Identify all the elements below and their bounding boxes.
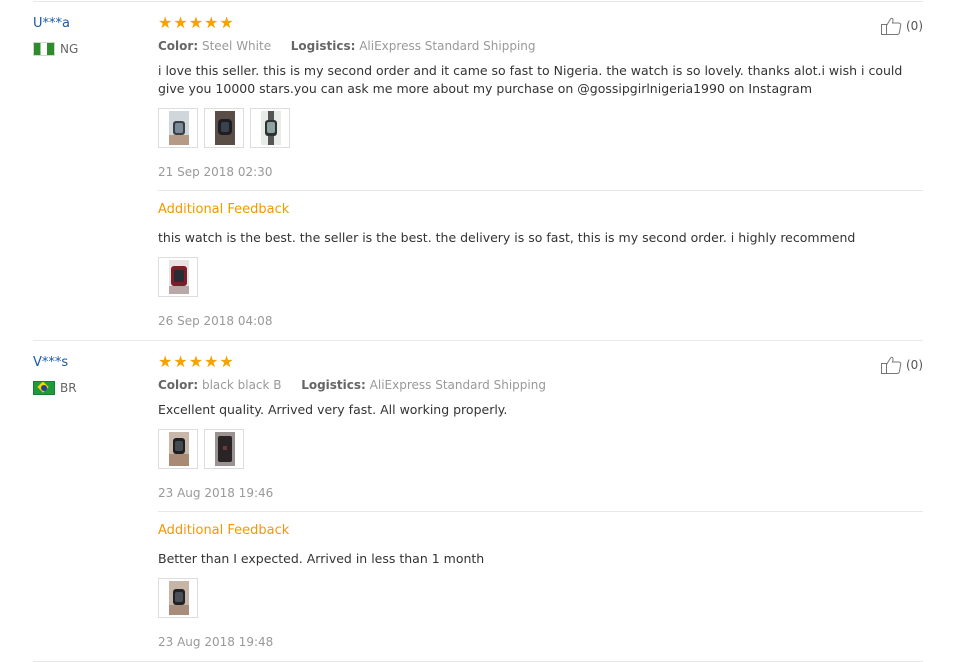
divider — [33, 1, 923, 2]
order-info: Color: black black B Logistics: AliExpre… — [158, 378, 546, 392]
star-icon: ★ — [173, 352, 188, 371]
reviewer-country: BR — [33, 381, 77, 395]
star-icon: ★ — [219, 352, 234, 371]
reviewer-country: NG — [33, 42, 78, 56]
thumbs-up-icon — [881, 356, 902, 374]
watch-photo — [169, 260, 189, 294]
photo-thumbnail[interactable] — [158, 257, 198, 297]
watch-photo — [169, 111, 189, 145]
helpful-button[interactable]: (0) — [880, 16, 923, 36]
watch-photo — [261, 111, 281, 145]
additional-feedback-label: Additional Feedback — [158, 202, 290, 217]
watch-photo — [215, 111, 235, 145]
flag-nigeria-icon — [33, 42, 55, 56]
star-rating: ★ ★ ★ ★ ★ — [158, 15, 234, 31]
additional-feedback-label: Additional Feedback — [158, 523, 290, 538]
color-value: Steel White — [201, 39, 272, 53]
star-icon: ★ — [204, 352, 219, 371]
thumbs-up-icon — [881, 17, 902, 35]
watch-photo — [169, 581, 189, 615]
photo-thumbnail[interactable] — [158, 108, 198, 148]
country-code: NG — [60, 42, 79, 56]
review-date: 21 Sep 2018 02:30 — [158, 165, 273, 179]
helpful-button[interactable]: (0) — [880, 355, 923, 375]
country-code: BR — [60, 381, 77, 395]
logistics-value: AliExpress Standard Shipping — [359, 39, 536, 53]
helpful-count: (0) — [906, 358, 923, 372]
watch-photo — [169, 432, 189, 466]
photo-thumbnail[interactable] — [250, 108, 290, 148]
review-text: Excellent quality. Arrived very fast. Al… — [158, 402, 508, 417]
reviewer-name[interactable]: U***a — [33, 16, 70, 31]
star-icon: ★ — [219, 13, 234, 32]
order-info: Color: Steel White Logistics: AliExpress… — [158, 39, 536, 53]
star-icon: ★ — [188, 13, 204, 32]
divider — [158, 190, 923, 191]
review-date: 23 Aug 2018 19:46 — [158, 486, 274, 500]
reviewer-name[interactable]: V***s — [33, 355, 68, 370]
review-photos — [158, 108, 290, 148]
flag-brazil-icon — [33, 381, 55, 395]
photo-thumbnail[interactable] — [158, 429, 198, 469]
logistics-label: Logistics: — [290, 39, 356, 53]
additional-photos — [158, 257, 198, 297]
logistics-label: Logistics: — [301, 378, 366, 392]
review-photos — [158, 429, 244, 469]
color-label: Color: — [158, 378, 199, 392]
divider — [33, 340, 923, 341]
helpful-count: (0) — [906, 19, 923, 33]
additional-feedback-text: Better than I expected. Arrived in less … — [158, 551, 485, 566]
star-rating: ★ ★ ★ ★ ★ — [158, 354, 234, 370]
watch-photo — [215, 432, 235, 466]
color-label: Color: — [158, 39, 199, 53]
star-icon: ★ — [158, 352, 173, 371]
color-value: black black B — [201, 378, 282, 392]
divider — [158, 511, 923, 512]
additional-feedback-date: 26 Sep 2018 04:08 — [158, 314, 273, 328]
logistics-value: AliExpress Standard Shipping — [369, 378, 546, 392]
photo-thumbnail[interactable] — [204, 108, 244, 148]
star-icon: ★ — [204, 13, 219, 32]
additional-feedback-text: this watch is the best. the seller is th… — [158, 230, 856, 245]
additional-feedback-date: 23 Aug 2018 19:48 — [158, 635, 274, 649]
review-text: i love this seller. this is my second or… — [158, 63, 903, 96]
star-icon: ★ — [158, 13, 173, 32]
star-icon: ★ — [173, 13, 188, 32]
additional-photos — [158, 578, 198, 618]
star-icon: ★ — [188, 352, 204, 371]
photo-thumbnail[interactable] — [158, 578, 198, 618]
photo-thumbnail[interactable] — [204, 429, 244, 469]
